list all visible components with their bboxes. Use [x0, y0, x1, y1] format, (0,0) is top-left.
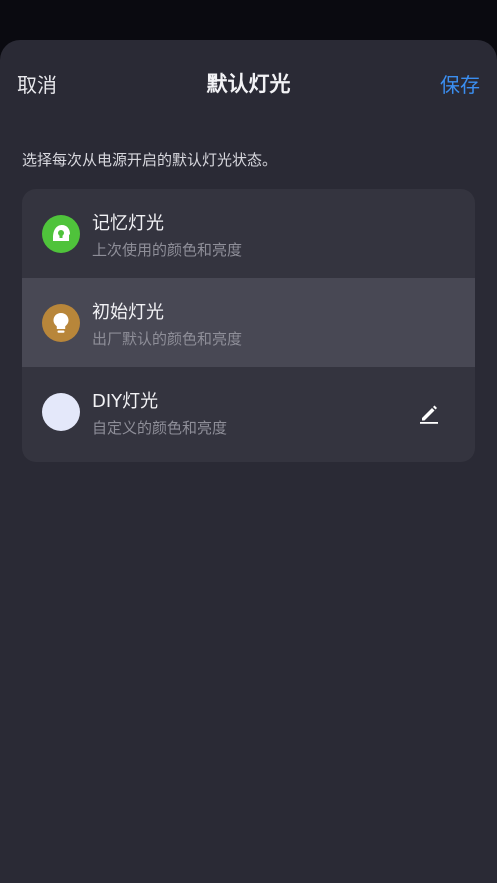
bulb-icon — [42, 304, 80, 342]
save-button[interactable]: 保存 — [440, 69, 480, 98]
option-name: 初始灯光 — [92, 302, 164, 323]
header: 取消 默认灯光 保存 — [0, 40, 497, 124]
option-subtitle: 出厂默认的颜色和亮度 — [92, 330, 243, 348]
edit-icon[interactable] — [417, 401, 441, 425]
page-title: 默认灯光 — [206, 72, 291, 96]
option-diy-light[interactable]: DIY灯光 自定义的颜色和亮度 — [22, 367, 475, 456]
option-subtitle: 自定义的颜色和亮度 — [92, 419, 228, 437]
option-memory-light[interactable]: 记忆灯光 上次使用的颜色和亮度 — [22, 189, 475, 278]
option-initial-light[interactable]: 初始灯光 出厂默认的颜色和亮度 — [22, 278, 475, 367]
default-light-sheet: 取消 默认灯光 保存 选择每次从电源开启的默认灯光状态。 记忆灯光 上次使用的颜… — [0, 40, 497, 883]
option-name: DIY灯光 — [92, 391, 159, 412]
option-name: 记忆灯光 — [92, 213, 164, 234]
description-text: 选择每次从电源开启的默认灯光状态。 — [22, 151, 278, 169]
light-options-card: 记忆灯光 上次使用的颜色和亮度 初始灯光 出厂默认的颜色和亮度 DIY灯光 自定… — [22, 189, 475, 462]
option-subtitle: 上次使用的颜色和亮度 — [92, 241, 243, 259]
memory-light-icon — [42, 215, 80, 253]
diy-color-icon — [42, 393, 80, 431]
